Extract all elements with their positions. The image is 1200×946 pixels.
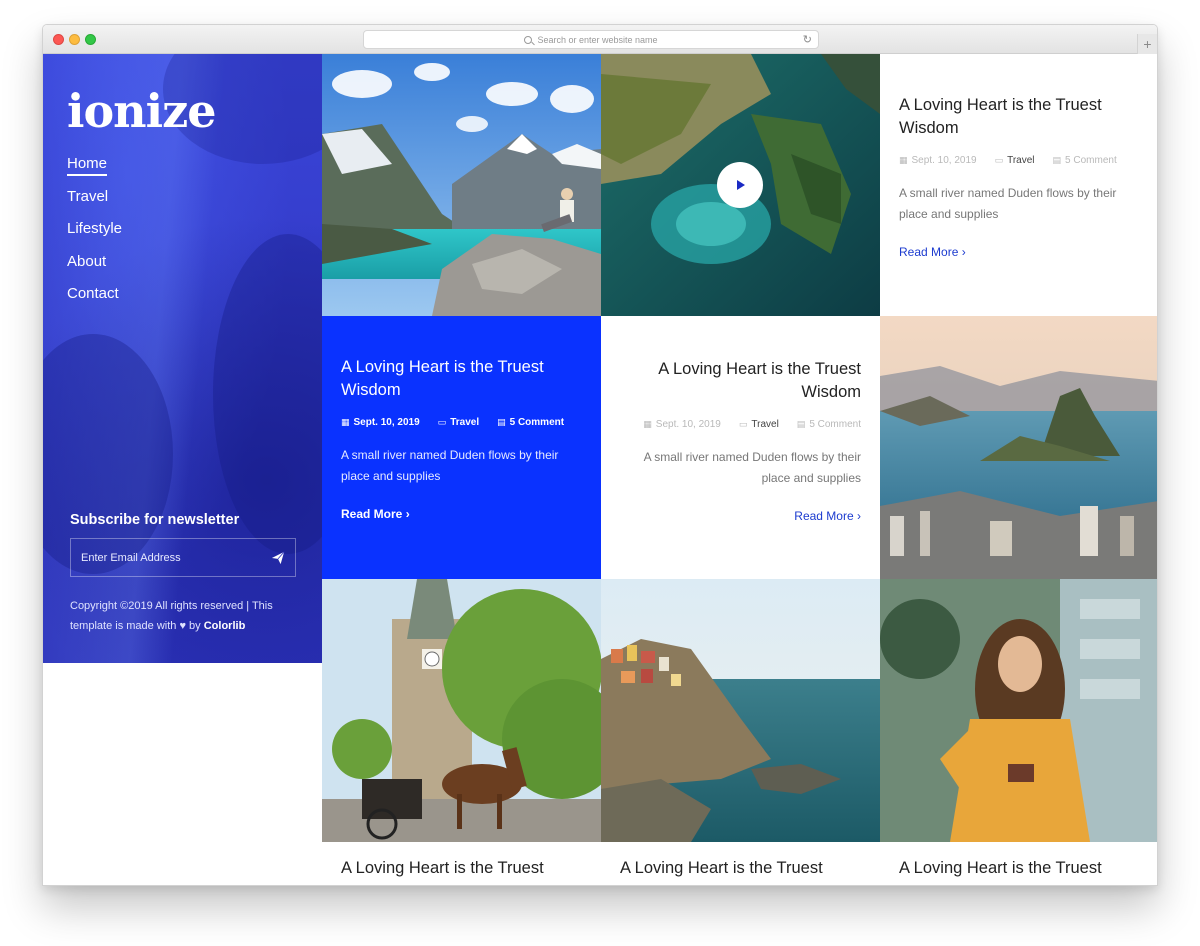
newsletter-title: Subscribe for newsletter: [70, 512, 240, 528]
copyright-by: by: [189, 619, 201, 632]
nav-item-label: Contact: [67, 285, 119, 302]
site-logo[interactable]: ionize: [67, 84, 216, 138]
calendar-icon: ▦: [341, 417, 350, 427]
minimize-window-button[interactable]: [69, 34, 80, 45]
chevron-right-icon: ›: [857, 509, 861, 523]
newsletter-email-placeholder: Enter Email Address: [81, 551, 181, 564]
nav-item-label: Travel: [67, 187, 109, 205]
sidebar: ionize Home Travel Lifestyle About Conta…: [43, 54, 322, 663]
read-more-label: Read More: [341, 507, 403, 521]
post-title-bottom-2[interactable]: A Loving Heart is the Truest: [601, 859, 880, 878]
post-category[interactable]: Travel: [450, 417, 479, 428]
post-date[interactable]: Sept. 10, 2019: [656, 419, 721, 430]
main-nav: Home Travel Lifestyle About Contact: [67, 155, 122, 318]
post-date[interactable]: Sept. 10, 2019: [354, 417, 420, 428]
post-card-featured-blue: A Loving Heart is the Truest Wisdom ▦ Se…: [322, 316, 601, 579]
page-content: ionize Home Travel Lifestyle About Conta…: [43, 54, 1157, 885]
close-window-button[interactable]: [53, 34, 64, 45]
read-more-link[interactable]: Read More ›: [899, 245, 1140, 259]
post-comments[interactable]: 5 Comment: [1065, 155, 1117, 166]
post-date[interactable]: Sept. 10, 2019: [912, 155, 977, 166]
post-category[interactable]: Travel: [751, 419, 778, 430]
nav-item-travel[interactable]: Travel: [67, 188, 122, 221]
comment-icon: ▤: [796, 419, 806, 429]
post-image-coastal-city[interactable]: [880, 316, 1157, 579]
read-more-link[interactable]: Read More ›: [341, 507, 582, 521]
post-comments[interactable]: 5 Comment: [809, 419, 861, 430]
post-title-bottom-1[interactable]: A Loving Heart is the Truest: [322, 859, 601, 878]
chevron-right-icon: ›: [961, 245, 966, 259]
post-meta: ▦ Sept. 10, 2019 ▭ Travel ▤ 5 Comment: [899, 155, 1140, 166]
play-video-button[interactable]: [717, 162, 763, 208]
post-category[interactable]: Travel: [1007, 155, 1034, 166]
reload-icon[interactable]: ↻: [803, 33, 812, 46]
post-video-aerial-coast[interactable]: [601, 54, 880, 316]
folder-icon: ▭: [738, 419, 748, 429]
address-bar[interactable]: Search or enter website name ↻: [363, 30, 819, 49]
read-more-label: Read More: [794, 509, 854, 523]
sidebar-background-foliage: [213, 234, 322, 554]
post-title[interactable]: A Loving Heart is the Truest Wisdom: [899, 94, 1140, 140]
nav-item-label: About: [67, 252, 107, 270]
post-meta: ▦ Sept. 10, 2019 ▭ Travel ▤ 5 Comment: [620, 419, 861, 430]
post-card-top-right: A Loving Heart is the Truest Wisdom ▦ Se…: [880, 54, 1157, 316]
post-meta: ▦ Sept. 10, 2019 ▭ Travel ▤ 5 Comment: [341, 417, 582, 428]
comment-icon: ▤: [497, 417, 506, 427]
nav-item-home[interactable]: Home: [67, 155, 122, 188]
nav-item-lifestyle[interactable]: Lifestyle: [67, 220, 122, 253]
post-comments[interactable]: 5 Comment: [510, 417, 564, 428]
copyright-author-link[interactable]: Colorlib: [204, 620, 246, 632]
calendar-icon: ▦: [643, 419, 652, 429]
new-tab-button[interactable]: +: [1137, 34, 1157, 54]
folder-icon: ▭: [437, 417, 447, 427]
maximize-window-button[interactable]: [85, 34, 96, 45]
heart-icon: ♥: [179, 619, 186, 632]
search-icon: [524, 35, 533, 44]
nav-item-about[interactable]: About: [67, 253, 122, 286]
post-excerpt: A small river named Duden flows by their…: [341, 448, 559, 483]
browser-titlebar: Search or enter website name ↻ +: [43, 25, 1157, 54]
post-title[interactable]: A Loving Heart is the Truest Wisdom: [620, 358, 861, 404]
address-bar-placeholder: Search or enter website name: [537, 34, 658, 45]
read-more-label: Read More: [899, 245, 959, 259]
post-excerpt: A small river named Duden flows by their…: [899, 186, 1117, 221]
paper-plane-icon[interactable]: [271, 551, 285, 565]
calendar-icon: ▦: [899, 155, 908, 165]
post-image-horse-carriage[interactable]: [322, 579, 601, 842]
read-more-link[interactable]: Read More ›: [620, 509, 861, 523]
post-card-center: A Loving Heart is the Truest Wisdom ▦ Se…: [601, 316, 880, 579]
copyright-text: Copyright ©2019 All rights reserved | Th…: [70, 597, 300, 636]
post-excerpt: A small river named Duden flows by their…: [643, 450, 861, 485]
post-image-portrait-woman[interactable]: [880, 579, 1157, 842]
nav-item-contact[interactable]: Contact: [67, 285, 122, 318]
browser-window: Search or enter website name ↻ + ionize …: [42, 24, 1158, 886]
post-title[interactable]: A Loving Heart is the Truest Wisdom: [341, 356, 582, 402]
chevron-right-icon: ›: [405, 507, 410, 521]
comment-icon: ▤: [1052, 155, 1062, 165]
newsletter-email-input[interactable]: Enter Email Address: [70, 538, 296, 577]
post-image-mountain-lake[interactable]: [322, 54, 601, 316]
post-image-cliff-village[interactable]: [601, 579, 880, 842]
nav-item-label: Lifestyle: [67, 220, 123, 237]
nav-item-label: Home: [67, 155, 108, 176]
post-title-bottom-3[interactable]: A Loving Heart is the Truest: [880, 859, 1157, 878]
folder-icon: ▭: [994, 155, 1004, 165]
